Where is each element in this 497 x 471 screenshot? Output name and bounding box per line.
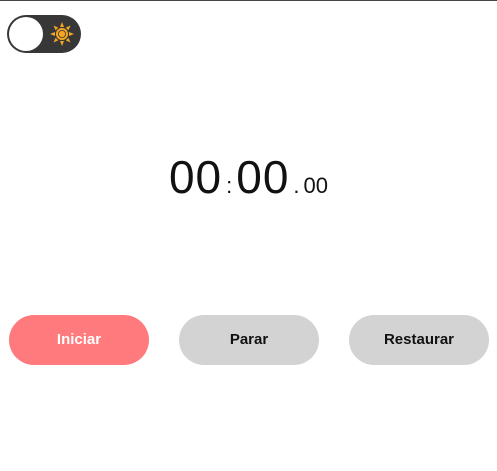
timer-seconds: 00 (236, 151, 290, 203)
timer-minutes: 00 (168, 151, 223, 203)
timer-display: 00:00. 00 (0, 151, 497, 203)
stop-button[interactable]: Parar (179, 315, 319, 365)
toggle-knob[interactable] (9, 17, 43, 51)
timer-separator-dot: . (293, 173, 300, 198)
control-buttons: Iniciar Parar Restaurar (0, 315, 497, 365)
stopwatch-page: 00:00. 00 Iniciar Parar Restaurar (0, 0, 497, 471)
timer-centiseconds: 00 (303, 173, 329, 198)
sun-icon (50, 22, 74, 46)
start-button[interactable]: Iniciar (9, 315, 149, 365)
timer-separator-colon: : (226, 173, 233, 198)
reset-button[interactable]: Restaurar (349, 315, 489, 365)
theme-toggle[interactable] (7, 15, 81, 53)
